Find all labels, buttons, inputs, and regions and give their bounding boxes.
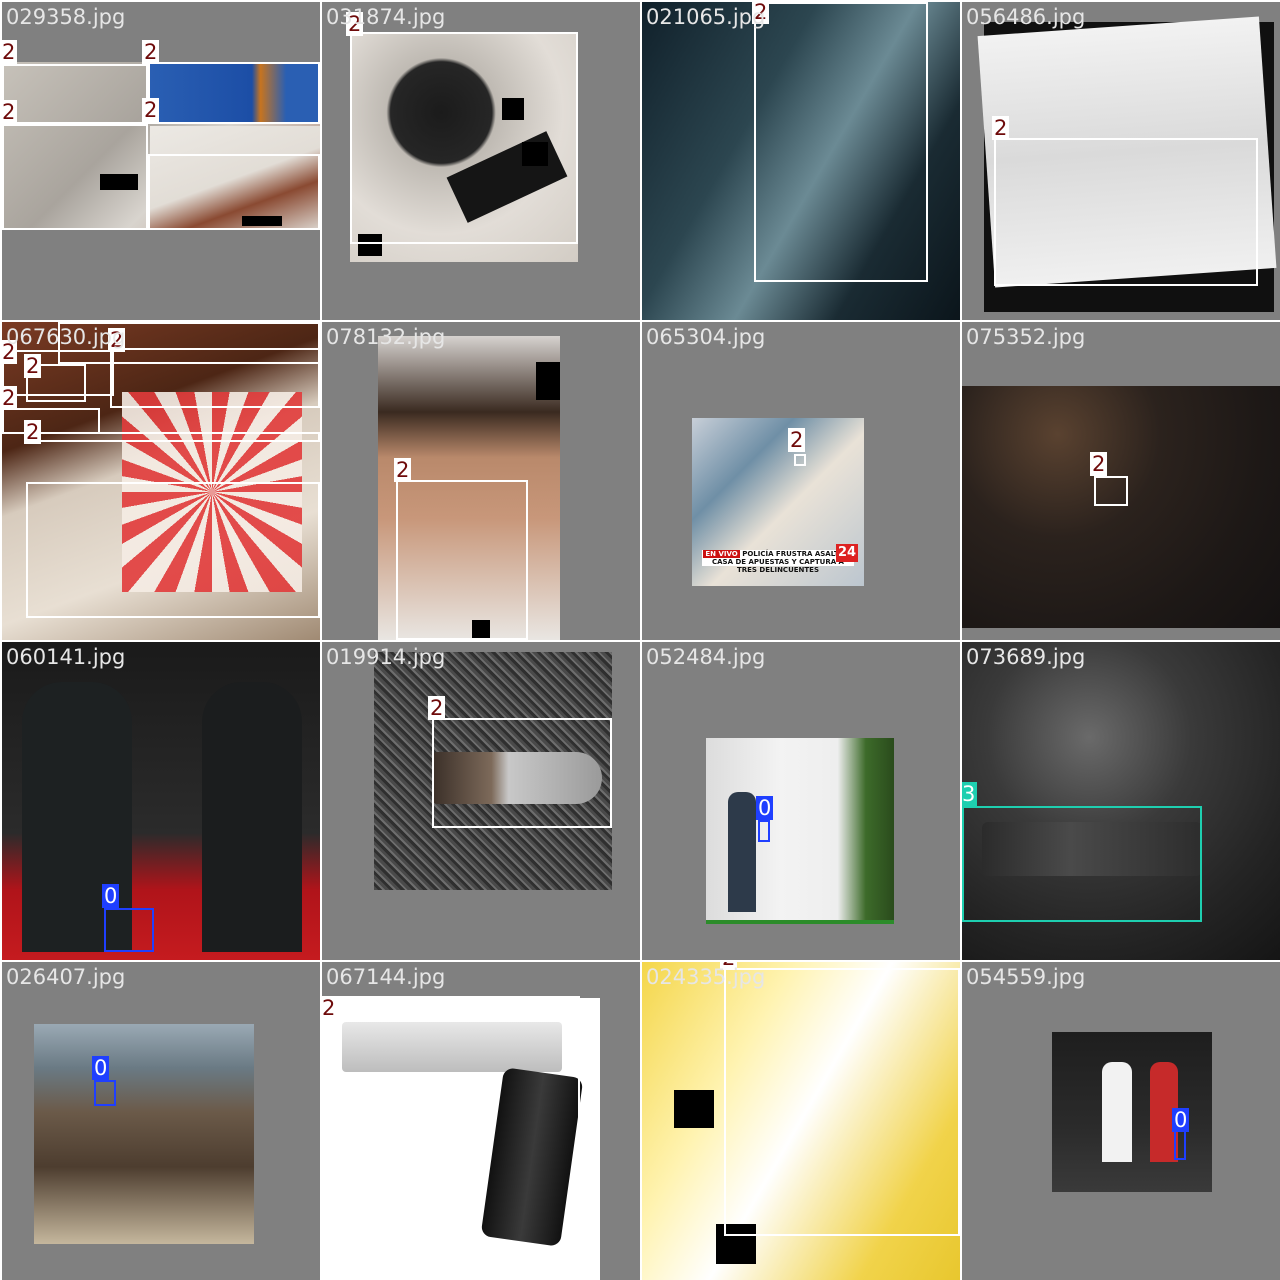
filename-label: 065304.jpg bbox=[646, 325, 766, 349]
tile-052484[interactable]: 052484.jpg 0 bbox=[642, 642, 960, 960]
tile-073689[interactable]: 073689.jpg 3 bbox=[962, 642, 1280, 960]
bbox-class-label: 2 bbox=[322, 996, 338, 1020]
bbox-class-2[interactable] bbox=[724, 968, 960, 1236]
bbox-class-2[interactable] bbox=[110, 348, 320, 408]
bbox-class-2[interactable] bbox=[754, 2, 928, 282]
tile-031874[interactable]: 031874.jpg 2 bbox=[322, 2, 640, 320]
bbox-class-0[interactable] bbox=[94, 1080, 116, 1106]
tile-029358[interactable]: 029358.jpg 2 2 2 2 bbox=[2, 2, 320, 320]
person-right bbox=[202, 682, 302, 952]
tile-026407[interactable]: 026407.jpg 0 bbox=[2, 962, 320, 1280]
bbox-class-2[interactable] bbox=[432, 718, 612, 828]
bbox-class-label: 2 bbox=[24, 420, 42, 444]
bbox-class-label: 2 bbox=[24, 354, 42, 378]
bbox-class-2[interactable] bbox=[994, 138, 1258, 286]
bbox-class-label: 0 bbox=[1172, 1108, 1190, 1132]
person-left bbox=[1102, 1062, 1132, 1162]
filename-label: 024335.jpg bbox=[646, 965, 766, 989]
filename-label: 031874.jpg bbox=[326, 5, 446, 29]
filename-label: 075352.jpg bbox=[966, 325, 1086, 349]
bbox-class-label: 2 bbox=[2, 40, 18, 64]
bbox-class-2[interactable] bbox=[2, 124, 148, 230]
tile-019914[interactable]: 019914.jpg 2 bbox=[322, 642, 640, 960]
tile-image bbox=[962, 386, 1280, 628]
tile-024335[interactable]: 024335.jpg 2 bbox=[642, 962, 960, 1280]
filename-label: 073689.jpg bbox=[966, 645, 1086, 669]
tile-056486[interactable]: 056486.jpg 2 bbox=[962, 2, 1280, 320]
bbox-class-2[interactable] bbox=[2, 64, 148, 124]
bbox-class-2[interactable] bbox=[2, 408, 100, 434]
bbox-class-label: 2 bbox=[1090, 452, 1108, 476]
bbox-class-label: 2 bbox=[142, 40, 160, 64]
bbox-class-0[interactable] bbox=[758, 820, 770, 842]
filename-label: 054559.jpg bbox=[966, 965, 1086, 989]
bbox-class-label: 2 bbox=[788, 428, 806, 452]
bbox-class-2[interactable] bbox=[794, 454, 806, 466]
bbox-class-label: 0 bbox=[102, 884, 120, 908]
filename-label: 078132.jpg bbox=[326, 325, 446, 349]
bbox-class-2[interactable] bbox=[396, 480, 528, 640]
bbox-class-3[interactable] bbox=[962, 806, 1202, 922]
filename-label: 060141.jpg bbox=[6, 645, 126, 669]
channel-badge: 24 bbox=[836, 544, 858, 562]
bbox-class-label: 2 bbox=[394, 458, 412, 482]
tile-065304[interactable]: EN VIVO POLICÍA FRUSTRA ASALTO A CASA DE… bbox=[642, 322, 960, 640]
bbox-class-label: 2 bbox=[992, 116, 1010, 140]
filename-label: 026407.jpg bbox=[6, 965, 126, 989]
ticker-tag: EN VIVO bbox=[703, 550, 740, 558]
bbox-class-label: 2 bbox=[2, 386, 18, 410]
bbox-class-label: 2 bbox=[428, 696, 446, 720]
tile-060141[interactable]: 060141.jpg 0 bbox=[2, 642, 320, 960]
bbox-class-2[interactable] bbox=[26, 432, 320, 442]
filename-label: 019914.jpg bbox=[326, 645, 446, 669]
cutout-mask bbox=[536, 362, 560, 400]
news-ticker: EN VIVO POLICÍA FRUSTRA ASALTO A CASA DE… bbox=[702, 550, 854, 574]
tile-image[interactable]: EN VIVO POLICÍA FRUSTRA ASALTO A CASA DE… bbox=[692, 418, 864, 586]
tile-067630[interactable]: 067630.jpg 2 2 2 2 2 2 bbox=[2, 322, 320, 640]
bbox-class-label: 0 bbox=[756, 796, 774, 820]
bbox-class-label: 2 bbox=[142, 98, 160, 122]
filename-label: 056486.jpg bbox=[966, 5, 1086, 29]
bbox-class-2[interactable] bbox=[322, 996, 580, 1254]
bbox-class-0[interactable] bbox=[104, 908, 154, 952]
filename-label: 052484.jpg bbox=[646, 645, 766, 669]
cutout-mask bbox=[674, 1090, 714, 1128]
bbox-class-label: 2 bbox=[2, 100, 18, 124]
bbox-class-label: 0 bbox=[92, 1056, 110, 1080]
tile-image[interactable] bbox=[34, 1024, 254, 1244]
bbox-class-2[interactable] bbox=[350, 32, 578, 244]
mosaic-grid: 029358.jpg 2 2 2 2 031874.jpg 2 021065.j… bbox=[0, 0, 1280, 1280]
bbox-class-2[interactable] bbox=[1094, 476, 1128, 506]
filename-label: 029358.jpg bbox=[6, 5, 126, 29]
tile-075352[interactable]: 075352.jpg 2 bbox=[962, 322, 1280, 640]
bbox-class-2[interactable] bbox=[26, 482, 320, 618]
filename-label: 021065.jpg bbox=[646, 5, 766, 29]
tile-078132[interactable]: 078132.jpg 2 bbox=[322, 322, 640, 640]
tile-067144[interactable]: UZI Pistol 067144.jpg 2 bbox=[322, 962, 640, 1280]
filename-label: 067630.jpg bbox=[6, 325, 126, 349]
tile-021065[interactable]: 021065.jpg 2 bbox=[642, 2, 960, 320]
floor-line bbox=[706, 920, 894, 924]
filename-label: 067144.jpg bbox=[326, 965, 446, 989]
person bbox=[728, 792, 756, 912]
bbox-class-2[interactable] bbox=[148, 62, 320, 124]
tile-054559[interactable]: 054559.jpg 0 bbox=[962, 962, 1280, 1280]
bbox-class-label: 3 bbox=[962, 782, 978, 806]
bbox-class-2[interactable] bbox=[148, 154, 320, 230]
